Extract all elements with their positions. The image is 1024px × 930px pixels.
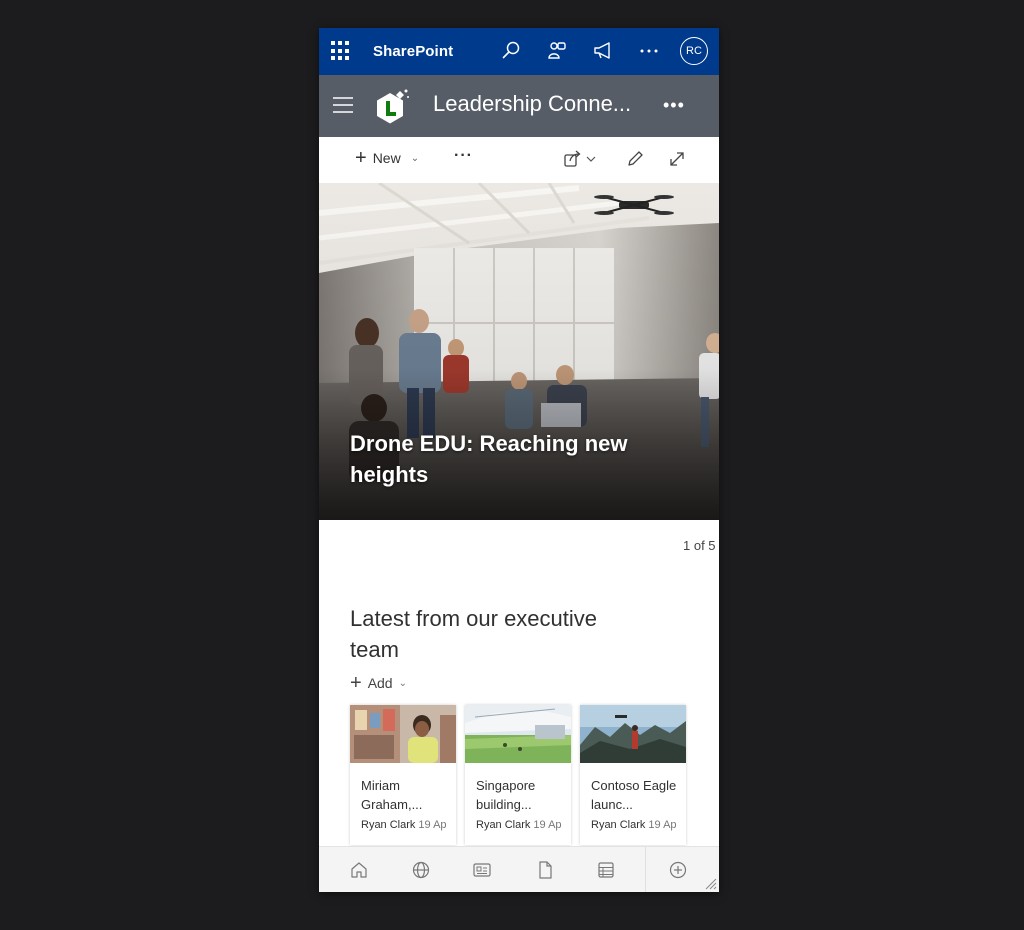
nav-divider xyxy=(645,847,646,892)
new-label: New xyxy=(372,150,401,166)
news-card-author: Ryan Clark xyxy=(591,819,646,831)
avatar[interactable]: RC xyxy=(680,37,708,65)
news-card[interactable]: Miriam Graham,... Ryan Clark 19 Ap xyxy=(350,705,456,845)
chevron-down-icon: ⌄ xyxy=(398,677,407,689)
hero-pager: 1 of 5 xyxy=(683,538,716,553)
home-icon[interactable] xyxy=(349,860,369,880)
add-news-button[interactable]: + Add ⌄ xyxy=(350,672,407,694)
hamburger-menu-icon[interactable] xyxy=(332,96,354,114)
search-icon[interactable] xyxy=(499,39,523,63)
news-card-date: 19 Ap xyxy=(418,819,447,831)
add-circle-icon[interactable] xyxy=(668,860,688,880)
news-card-meta: Ryan Clark 19 Ap xyxy=(476,819,562,831)
globe-icon[interactable] xyxy=(411,860,431,880)
app-name[interactable]: SharePoint xyxy=(373,43,453,60)
news-card-author: Ryan Clark xyxy=(361,819,416,831)
expand-icon[interactable] xyxy=(667,149,687,169)
share-icon[interactable] xyxy=(563,149,583,169)
news-section-title: Latest from our executive team xyxy=(350,606,598,662)
chevron-down-icon: ⌄ xyxy=(410,152,420,164)
site-more-icon[interactable]: ••• xyxy=(663,95,685,116)
news-card-date: 19 Ap xyxy=(648,819,677,831)
plus-icon: + xyxy=(350,672,362,694)
command-more-icon[interactable]: ··· xyxy=(454,147,473,165)
megaphone-icon[interactable] xyxy=(591,39,615,63)
command-bar: + New ⌄ ··· xyxy=(319,137,719,184)
suite-bar: SharePoint RC xyxy=(319,28,719,75)
news-card-thumbnail xyxy=(350,705,456,763)
plus-icon: + xyxy=(355,147,367,169)
news-card-thumbnail xyxy=(465,705,571,763)
news-card-date: 19 Ap xyxy=(533,819,562,831)
share-chevron-icon[interactable] xyxy=(585,149,597,169)
people-icon[interactable] xyxy=(545,39,569,63)
add-label: Add xyxy=(367,675,393,691)
news-icon[interactable] xyxy=(472,860,492,880)
new-button[interactable]: + New ⌄ xyxy=(355,147,420,169)
news-card-title: Singapore building... xyxy=(476,778,536,812)
site-logo-icon[interactable] xyxy=(374,87,410,127)
news-card-meta: Ryan Clark 19 Ap xyxy=(361,819,447,831)
app-launcher-icon[interactable] xyxy=(331,41,351,61)
news-card-title: Miriam Graham,... xyxy=(361,778,423,812)
hero-banner[interactable]: Drone EDU: Reaching new heights xyxy=(319,183,719,520)
sharepoint-mobile-window: SharePoint RC Leadership Conne... ••• + … xyxy=(319,28,719,892)
news-card[interactable]: Singapore building... Ryan Clark 19 Ap xyxy=(465,705,571,845)
site-title[interactable]: Leadership Conne... xyxy=(433,91,631,117)
news-card-author: Ryan Clark xyxy=(476,819,531,831)
news-card-meta: Ryan Clark 19 Ap xyxy=(591,819,677,831)
resize-grip-icon[interactable] xyxy=(703,876,717,890)
bottom-navigation xyxy=(319,846,719,892)
list-icon[interactable] xyxy=(596,860,616,880)
site-header: Leadership Conne... ••• xyxy=(319,75,719,137)
hero-title[interactable]: Drone EDU: Reaching new heights xyxy=(350,428,670,490)
document-icon[interactable] xyxy=(535,860,555,880)
more-icon[interactable] xyxy=(637,39,661,63)
news-card-thumbnail xyxy=(580,705,686,763)
news-cards: Miriam Graham,... Ryan Clark 19 Ap Singap… xyxy=(350,705,719,845)
news-card-title: Contoso Eagle launc... xyxy=(591,778,677,812)
news-card[interactable]: Contoso Eagle launc... Ryan Clark 19 Ap xyxy=(580,705,686,845)
edit-icon[interactable] xyxy=(625,149,645,169)
